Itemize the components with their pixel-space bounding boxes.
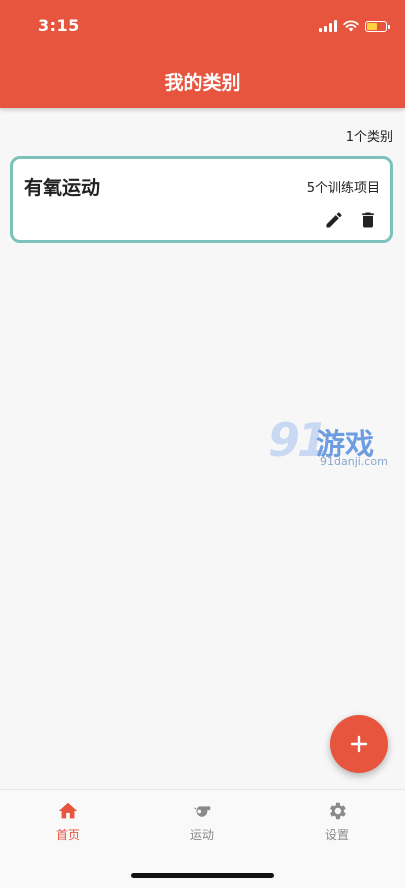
battery-icon: [365, 20, 390, 32]
category-card[interactable]: 有氧运动 5个训练项目: [10, 156, 393, 243]
edit-icon[interactable]: [324, 210, 344, 230]
tab-settings-label: 设置: [324, 828, 349, 842]
tab-exercise[interactable]: 运动: [162, 800, 242, 843]
exercise-count: 5个训练项目: [306, 181, 380, 196]
home-indicator: [131, 873, 274, 878]
signal-icon: [319, 20, 337, 32]
tab-home[interactable]: 首页: [28, 800, 108, 843]
tab-exercise-label: 运动: [189, 828, 214, 842]
plus-icon: [350, 735, 368, 753]
app-header: 3:15 我的类别: [0, 0, 405, 108]
category-count: 1个类别: [345, 130, 393, 145]
wifi-icon: [343, 20, 359, 32]
tab-home-label: 首页: [55, 828, 80, 842]
delete-icon[interactable]: [358, 210, 378, 230]
watermark-url: 91danji.com: [320, 455, 388, 468]
category-name: 有氧运动: [24, 177, 101, 199]
home-icon: [58, 802, 78, 819]
add-category-button[interactable]: [330, 715, 388, 773]
status-icons: [319, 17, 390, 35]
gear-icon: [330, 802, 346, 820]
whistle-icon: [193, 806, 211, 817]
page-title: 我的类别: [164, 72, 241, 94]
watermark-logo: 91 游戏 91danji.com: [268, 413, 404, 473]
status-time: 3:15: [38, 16, 80, 35]
tab-settings[interactable]: 设置: [297, 800, 377, 843]
